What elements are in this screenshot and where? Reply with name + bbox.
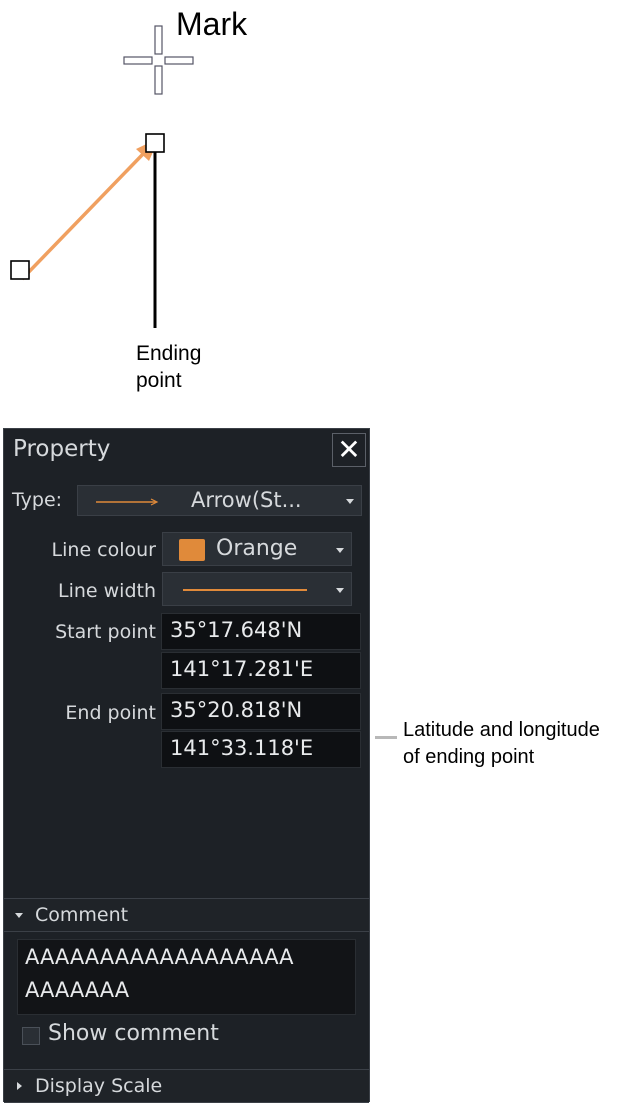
show-comment-label: Show comment [48,1021,219,1046]
chevron-down-icon [336,588,344,593]
end-point-lon-field[interactable]: 141°33.118'E [161,731,361,768]
start-point-lon-field[interactable]: 141°17.281'E [161,652,361,689]
end-point-lat-field[interactable]: 35°20.818'N [161,693,361,730]
ending-point-label: Ending point [136,340,201,394]
show-comment-checkbox[interactable] [22,1027,40,1045]
start-point-lat-value: 35°17.648'N [170,618,303,642]
line-width-preview [183,589,307,591]
end-point-lat-value: 35°20.818'N [170,698,303,722]
arrow-line-icon [96,498,159,506]
latlon-label-line1: Latitude and longitude [403,719,600,741]
display-scale-section-header[interactable]: Display Scale [4,1069,369,1103]
start-point-handle[interactable] [10,260,30,280]
display-scale-header-label: Display Scale [35,1075,163,1097]
comment-text-line1: AAAAAAAAAAAAAAAAAA [25,945,294,969]
close-button[interactable]: ✕ [332,433,366,467]
type-value: Arrow(St... [191,488,302,512]
comment-text-line2: AAAAAAA [25,978,130,1002]
latlon-label: Latitude and longitude of ending point [403,717,600,771]
latlon-label-line2: of ending point [403,746,535,768]
end-point-handle[interactable] [145,133,165,153]
orange-swatch [179,539,205,561]
start-point-lat-field[interactable]: 35°17.648'N [161,613,361,650]
chevron-down-icon [336,548,344,553]
chevron-down-icon [346,499,354,504]
chevron-down-icon [15,913,23,918]
arrow-shape [20,138,159,281]
chevron-right-icon [17,1082,22,1090]
property-panel: Property ✕ Type: Arrow(St... Line colour… [3,428,370,1103]
ending-point-label-line2: point [136,369,182,392]
latlon-leader-line [375,736,397,739]
type-select[interactable]: Arrow(St... [77,485,362,516]
panel-title-bar: Property ✕ [4,429,369,473]
end-point-label: End point [65,702,156,724]
comment-textarea[interactable]: AAAAAAAAAAAAAAAAAA AAAAAAA [17,939,356,1015]
line-width-select[interactable] [162,572,352,606]
line-colour-label: Line colour [51,539,156,561]
line-colour-value: Orange [216,536,298,561]
line-colour-select[interactable]: Orange [162,532,352,566]
panel-title: Property [13,436,111,462]
type-label: Type: [12,489,63,511]
start-point-label: Start point [55,621,156,643]
end-point-lon-value: 141°33.118'E [170,736,314,760]
ending-point-label-line1: Ending [136,342,202,365]
close-icon: ✕ [337,433,361,466]
mark-label: Mark [176,6,248,42]
start-point-lon-value: 141°17.281'E [170,657,314,681]
comment-section-header[interactable]: Comment [4,898,369,932]
line-width-label: Line width [57,580,156,602]
chart-drawing [10,25,194,328]
comment-header-label: Comment [35,904,129,926]
